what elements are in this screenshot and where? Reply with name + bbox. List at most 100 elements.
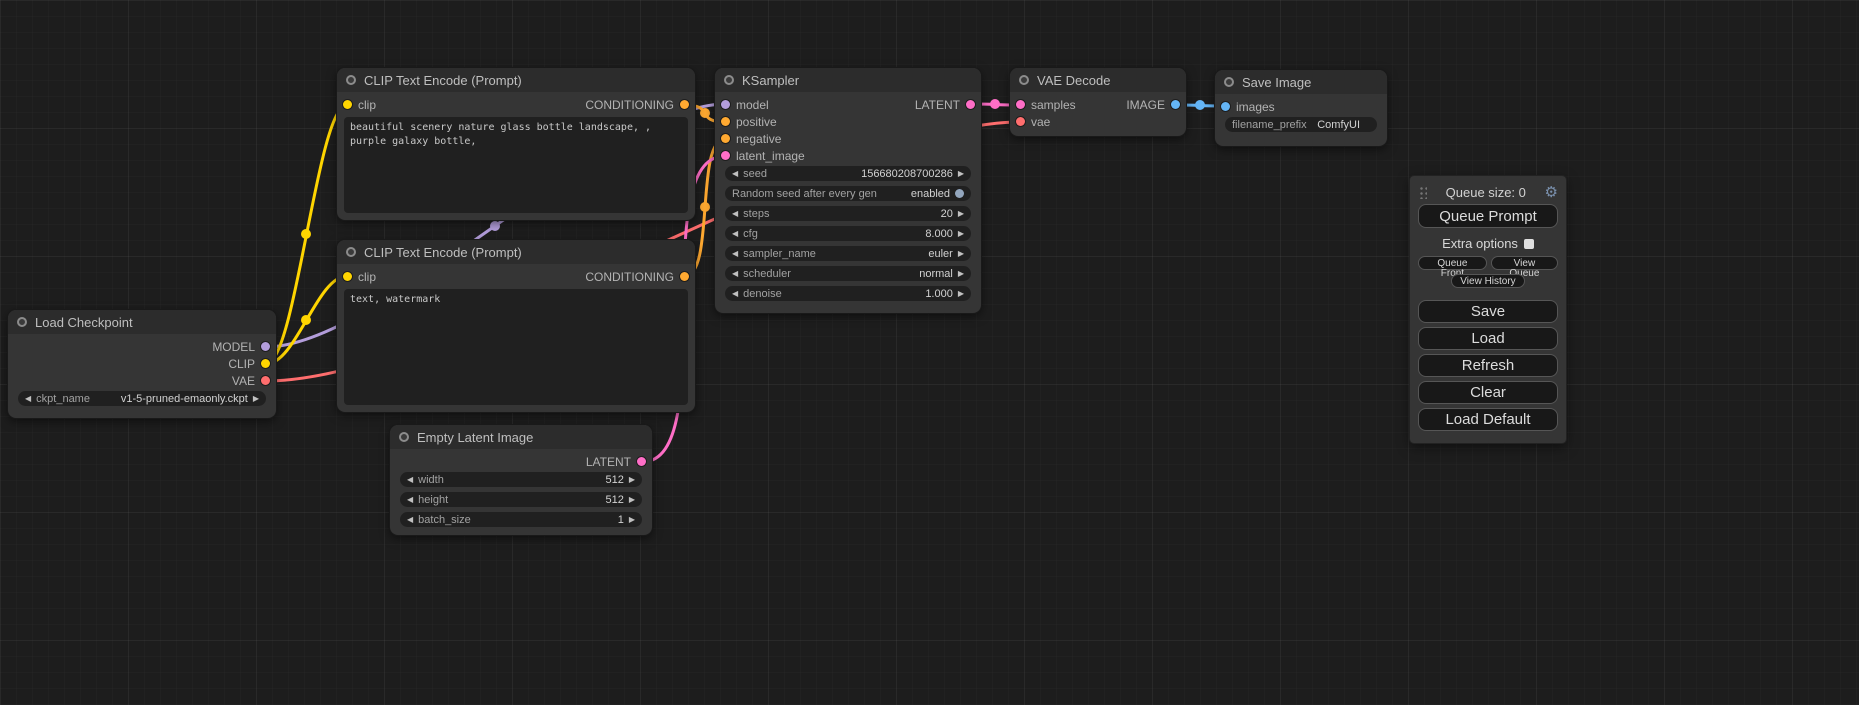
- input-port-samples[interactable]: [1016, 100, 1025, 109]
- next-arrow-icon[interactable]: ▶: [958, 270, 964, 278]
- collapse-toggle-dot[interactable]: [1224, 77, 1234, 87]
- node-ksampler[interactable]: KSampler model LATENT positive: [715, 68, 981, 313]
- next-arrow-icon[interactable]: ▶: [958, 250, 964, 258]
- wire-dot-latent-ksampler: [990, 99, 1000, 109]
- node-title: CLIP Text Encode (Prompt): [364, 245, 522, 260]
- node-clip-text-encode-negative[interactable]: CLIP Text Encode (Prompt) clip CONDITION…: [337, 240, 695, 412]
- decrement-arrow-icon[interactable]: ◀: [732, 170, 738, 178]
- positive-prompt-textarea[interactable]: beautiful scenery nature glass bottle la…: [344, 117, 688, 213]
- node-title-bar[interactable]: CLIP Text Encode (Prompt): [337, 240, 695, 264]
- prev-arrow-icon[interactable]: ◀: [25, 395, 31, 403]
- prev-arrow-icon[interactable]: ◀: [732, 270, 738, 278]
- widget-value: normal: [919, 268, 953, 280]
- node-clip-text-encode-positive[interactable]: CLIP Text Encode (Prompt) clip CONDITION…: [337, 68, 695, 220]
- node-title-bar[interactable]: CLIP Text Encode (Prompt): [337, 68, 695, 92]
- node-title: CLIP Text Encode (Prompt): [364, 73, 522, 88]
- node-title-bar[interactable]: Empty Latent Image: [390, 425, 652, 449]
- load-button[interactable]: Load: [1418, 327, 1558, 350]
- collapse-toggle-dot[interactable]: [346, 75, 356, 85]
- height-widget[interactable]: ◀ height 512 ▶: [400, 492, 642, 507]
- load-default-button[interactable]: Load Default: [1418, 408, 1558, 431]
- view-queue-button[interactable]: View Queue: [1491, 256, 1558, 270]
- queue-front-button[interactable]: Queue Front: [1418, 256, 1487, 270]
- node-graph-canvas[interactable]: Load Checkpoint MODEL CLIP VAE: [0, 0, 1859, 705]
- input-port-model[interactable]: [721, 100, 730, 109]
- input-port-latent-image[interactable]: [721, 151, 730, 160]
- node-title-bar[interactable]: Save Image: [1215, 70, 1387, 94]
- queue-size-label: Queue size: 0: [1427, 185, 1545, 200]
- node-vae-decode[interactable]: VAE Decode samples IMAGE vae: [1010, 68, 1186, 136]
- negative-prompt-textarea[interactable]: text, watermark: [344, 289, 688, 405]
- save-button[interactable]: Save: [1418, 300, 1558, 323]
- input-port-clip[interactable]: [343, 100, 352, 109]
- increment-arrow-icon[interactable]: ▶: [629, 476, 635, 484]
- increment-arrow-icon[interactable]: ▶: [958, 170, 964, 178]
- increment-arrow-icon[interactable]: ▶: [958, 230, 964, 238]
- node-title-bar[interactable]: Load Checkpoint: [8, 310, 276, 334]
- scheduler-widget[interactable]: ◀ scheduler normal ▶: [725, 266, 971, 281]
- widget-label: Random seed after every gen: [732, 188, 877, 200]
- widget-value: 1.000: [925, 288, 953, 300]
- refresh-button[interactable]: Refresh: [1418, 354, 1558, 377]
- decrement-arrow-icon[interactable]: ◀: [732, 230, 738, 238]
- node-title-bar[interactable]: VAE Decode: [1010, 68, 1186, 92]
- output-port-model[interactable]: [261, 342, 270, 351]
- increment-arrow-icon[interactable]: ▶: [958, 290, 964, 298]
- clear-button[interactable]: Clear: [1418, 381, 1558, 404]
- node-save-image[interactable]: Save Image images filename_prefix ComfyU…: [1215, 70, 1387, 146]
- steps-widget[interactable]: ◀ steps 20 ▶: [725, 206, 971, 221]
- collapse-toggle-dot[interactable]: [1019, 75, 1029, 85]
- decrement-arrow-icon[interactable]: ◀: [407, 476, 413, 484]
- wire-dot-model: [490, 221, 500, 231]
- view-history-button[interactable]: View History: [1451, 274, 1524, 288]
- widget-value: enabled: [911, 188, 950, 200]
- decrement-arrow-icon[interactable]: ◀: [732, 290, 738, 298]
- cfg-widget[interactable]: ◀ cfg 8.000 ▶: [725, 226, 971, 241]
- widget-label: sampler_name: [743, 248, 816, 260]
- output-port-clip[interactable]: [261, 359, 270, 368]
- extra-options-checkbox[interactable]: [1524, 239, 1534, 249]
- node-load-checkpoint[interactable]: Load Checkpoint MODEL CLIP VAE: [8, 310, 276, 418]
- input-port-images[interactable]: [1221, 102, 1230, 111]
- decrement-arrow-icon[interactable]: ◀: [407, 516, 413, 524]
- toggle-knob[interactable]: [955, 189, 964, 198]
- settings-gear-icon[interactable]: ⚙: [1545, 185, 1558, 200]
- output-port-image[interactable]: [1171, 100, 1180, 109]
- output-port-conditioning[interactable]: [680, 100, 689, 109]
- decrement-arrow-icon[interactable]: ◀: [407, 496, 413, 504]
- collapse-toggle-dot[interactable]: [346, 247, 356, 257]
- node-title: KSampler: [742, 73, 799, 88]
- input-port-clip[interactable]: [343, 272, 352, 281]
- batch-size-widget[interactable]: ◀ batch_size 1 ▶: [400, 512, 642, 527]
- output-port-latent[interactable]: [637, 457, 646, 466]
- menu-drag-handle-icon[interactable]: [1418, 185, 1427, 199]
- input-port-positive[interactable]: [721, 117, 730, 126]
- sampler-name-widget[interactable]: ◀ sampler_name euler ▶: [725, 246, 971, 261]
- output-port-latent[interactable]: [966, 100, 975, 109]
- input-port-vae[interactable]: [1016, 117, 1025, 126]
- node-title-bar[interactable]: KSampler: [715, 68, 981, 92]
- collapse-toggle-dot[interactable]: [724, 75, 734, 85]
- widget-label: seed: [743, 168, 767, 180]
- output-port-vae[interactable]: [261, 376, 270, 385]
- wire-dot-conditioning-positive: [700, 108, 710, 118]
- widget-label: height: [418, 494, 448, 506]
- random-seed-toggle-widget[interactable]: Random seed after every gen enabled: [725, 186, 971, 201]
- decrement-arrow-icon[interactable]: ◀: [732, 210, 738, 218]
- input-port-negative[interactable]: [721, 134, 730, 143]
- next-arrow-icon[interactable]: ▶: [253, 395, 259, 403]
- increment-arrow-icon[interactable]: ▶: [629, 516, 635, 524]
- ckpt-name-widget[interactable]: ◀ ckpt_name v1-5-pruned-emaonly.ckpt ▶: [18, 391, 266, 406]
- prev-arrow-icon[interactable]: ◀: [732, 250, 738, 258]
- denoise-widget[interactable]: ◀ denoise 1.000 ▶: [725, 286, 971, 301]
- node-empty-latent-image[interactable]: Empty Latent Image LATENT ◀ width 512 ▶ …: [390, 425, 652, 535]
- output-port-conditioning[interactable]: [680, 272, 689, 281]
- increment-arrow-icon[interactable]: ▶: [629, 496, 635, 504]
- width-widget[interactable]: ◀ width 512 ▶: [400, 472, 642, 487]
- seed-widget[interactable]: ◀ seed 156680208700286 ▶: [725, 166, 971, 181]
- collapse-toggle-dot[interactable]: [399, 432, 409, 442]
- filename-prefix-widget[interactable]: filename_prefix ComfyUI: [1225, 117, 1377, 132]
- increment-arrow-icon[interactable]: ▶: [958, 210, 964, 218]
- queue-prompt-button[interactable]: Queue Prompt: [1418, 204, 1558, 228]
- collapse-toggle-dot[interactable]: [17, 317, 27, 327]
